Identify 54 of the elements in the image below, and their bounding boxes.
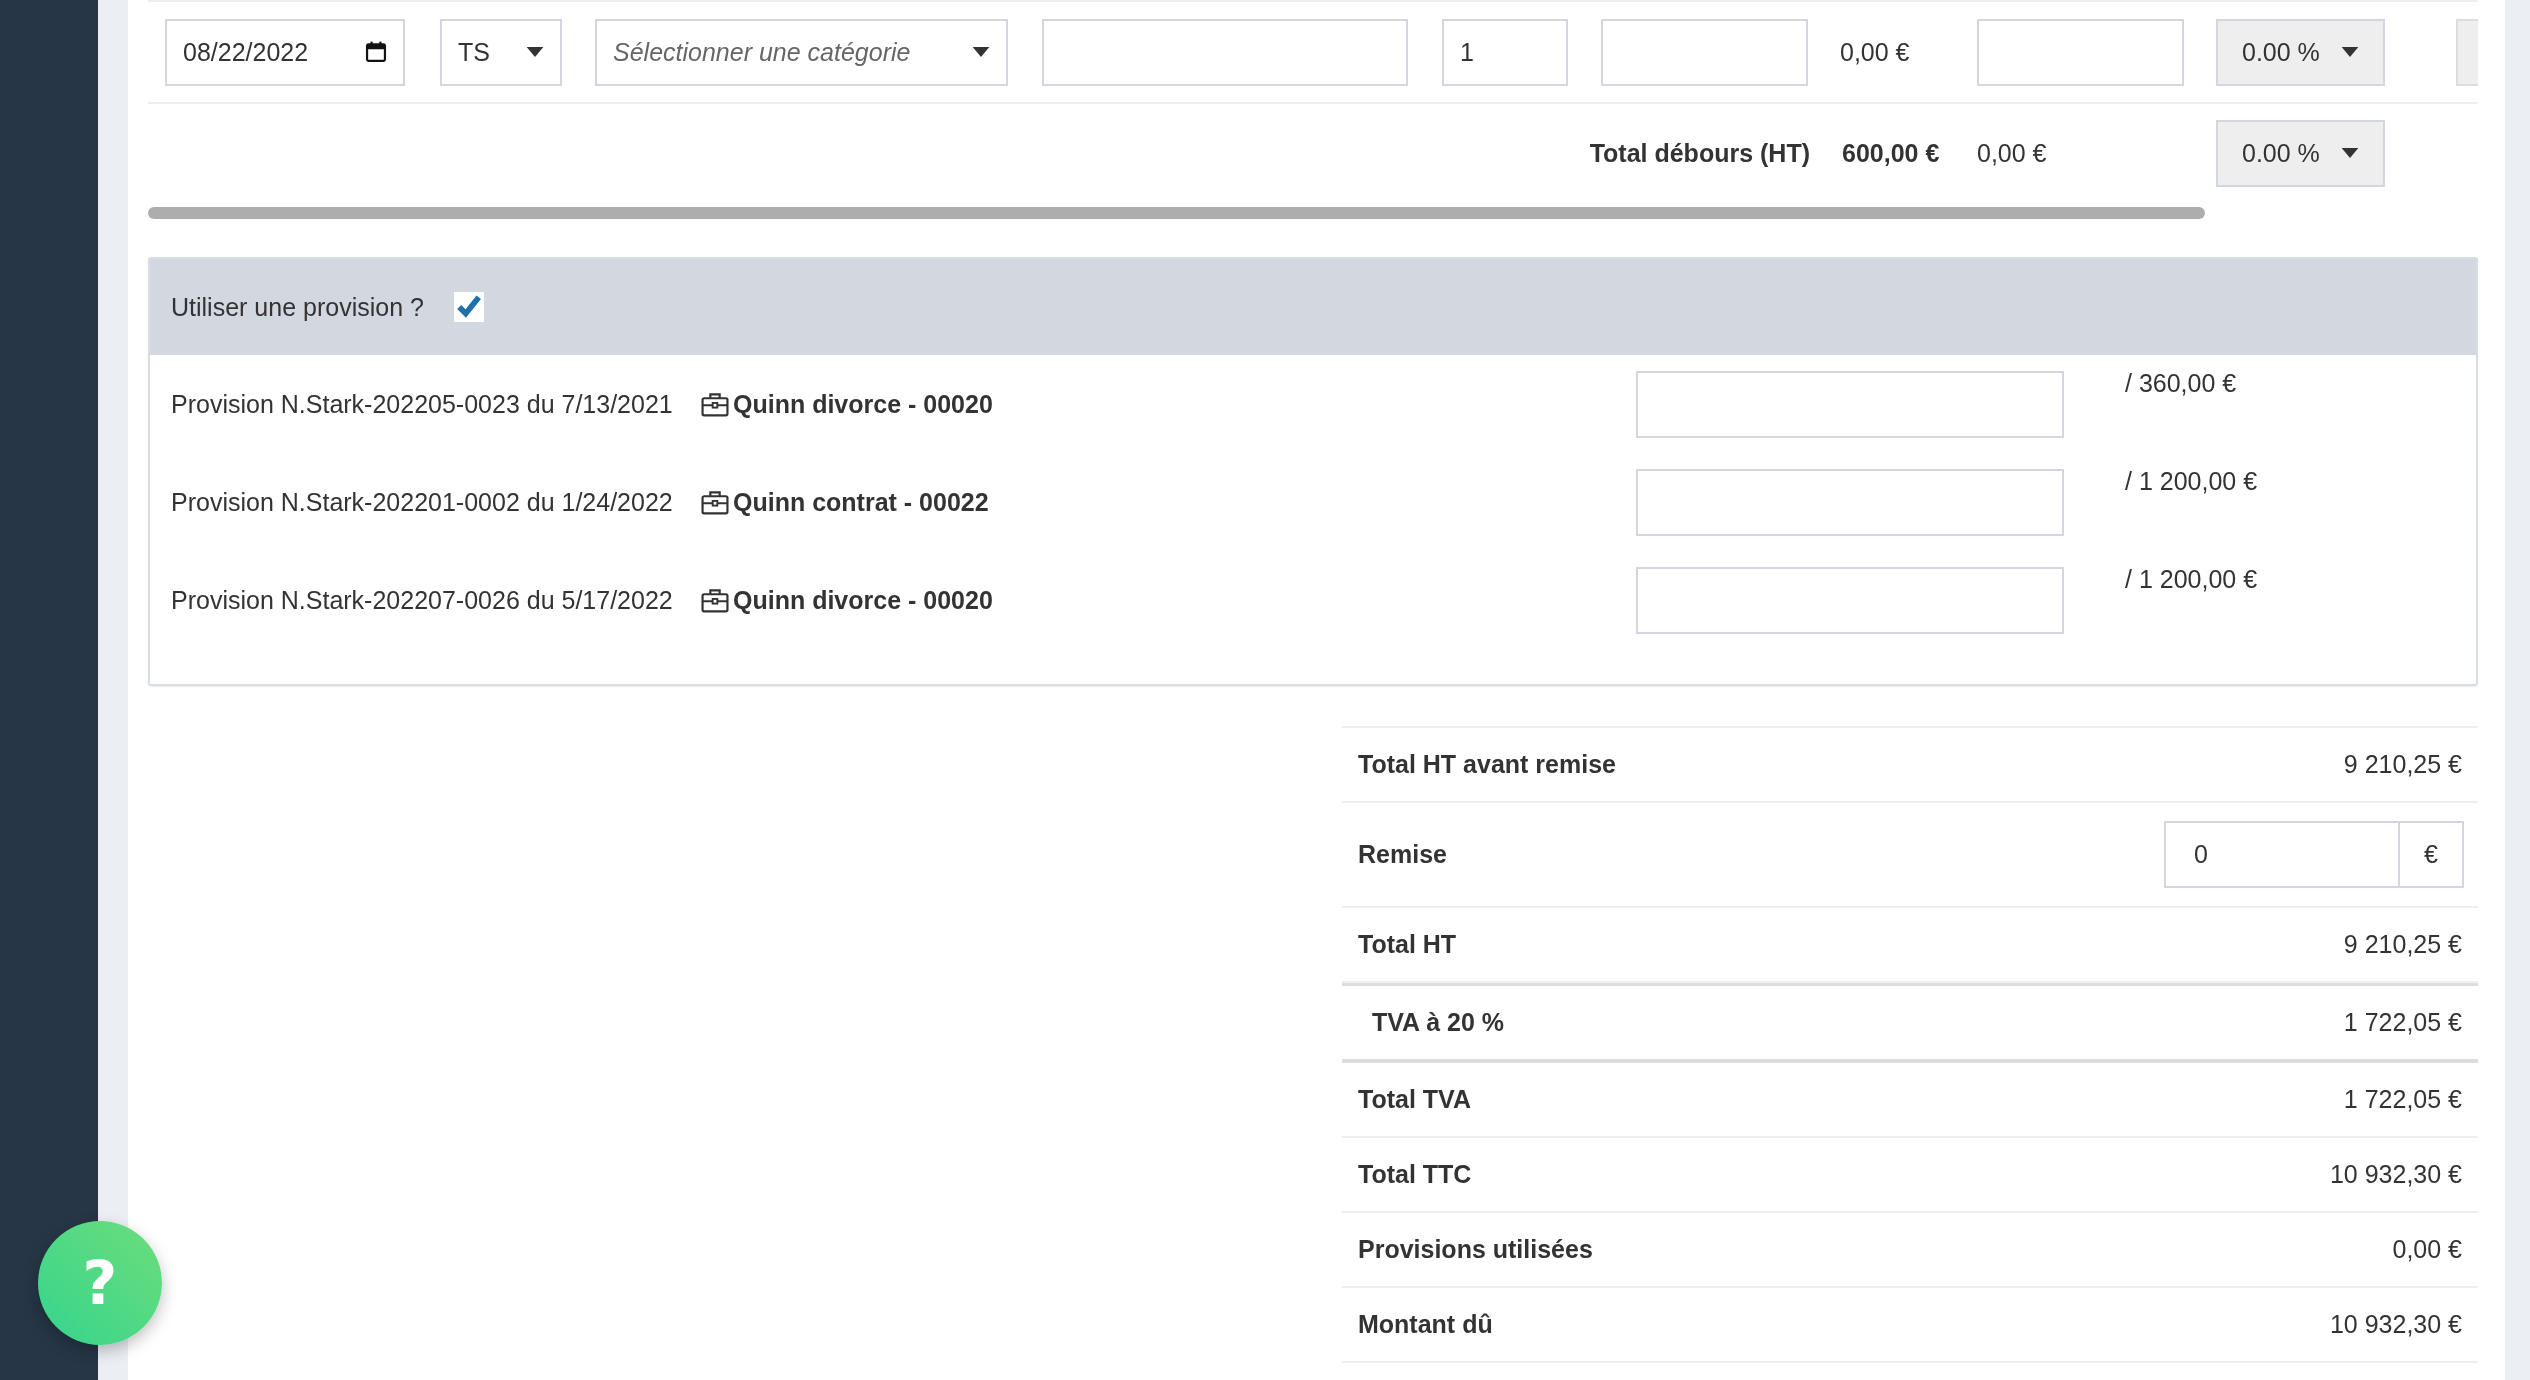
briefcase-icon — [701, 587, 729, 613]
debours-total-label: Total débours (HT) — [1588, 138, 1810, 168]
scrollbar[interactable] — [148, 207, 2205, 219]
provision-amount-field[interactable] — [1636, 468, 2064, 536]
currency-addon: € — [2400, 821, 2464, 888]
provision-text: Provision N.Stark-202207-0026 du 5/17/2022 — [171, 585, 674, 615]
case-link[interactable]: Quinn contrat - 00022 — [733, 487, 1636, 517]
total-value: 1 722,05 € — [2343, 1085, 2462, 1114]
provision-max-text: / 360,00 € — [2125, 369, 2237, 398]
provision-text: Provision N.Stark-202205-0023 du 7/13/2021 — [171, 389, 674, 419]
total-value: 0,00 € — [2392, 1235, 2462, 1264]
provision-max-text: / 1 200,00 € — [2125, 467, 2258, 496]
caret-icon — [972, 47, 990, 57]
briefcase-icon — [701, 489, 729, 515]
amount-text: 0,00 € — [1840, 37, 1911, 67]
type-select[interactable]: TS — [440, 18, 562, 86]
quantity-field[interactable]: 1 — [1442, 18, 1568, 86]
total-label: Remise — [1358, 840, 1447, 869]
total-value: 10 932,30 € — [2329, 1310, 2462, 1339]
vat-select[interactable]: 0.00 % — [2216, 18, 2385, 86]
total-value: 9 210,25 € — [2343, 930, 2462, 959]
date-field[interactable]: 08/22/2022 — [165, 18, 405, 86]
provision-amount-field[interactable] — [1636, 370, 2064, 438]
total-label: Total TVA — [1358, 1085, 1471, 1114]
provision-amount-field[interactable] — [1636, 566, 2064, 634]
provision-max-text: / 1 200,00 € — [2125, 565, 2258, 594]
total-value: 10 932,30 € — [2329, 1160, 2462, 1189]
total-label: TVA à 20 % — [1372, 1008, 1504, 1037]
total-value: 1 722,05 € — [2343, 1008, 2462, 1037]
total-label: Total HT — [1358, 930, 1457, 959]
case-link[interactable]: Quinn divorce - 00020 — [733, 389, 1636, 419]
debours-total-amount: 600,00 € — [1842, 138, 1941, 168]
caret-icon — [2341, 47, 2359, 57]
category-select[interactable]: Sélectionner une catégorie — [595, 18, 1008, 86]
calendar-icon — [365, 41, 387, 63]
total-label: Montant dû — [1358, 1310, 1493, 1339]
caret-icon — [2341, 148, 2359, 158]
caret-icon — [526, 47, 544, 57]
total-label: Total HT avant remise — [1358, 750, 1616, 779]
provision-checkbox[interactable] — [453, 292, 484, 322]
debours-amount: 0,00 € — [1977, 138, 2048, 168]
briefcase-icon — [701, 391, 729, 417]
description-field[interactable] — [1042, 18, 1408, 86]
provision-label: Utiliser une provision ? — [171, 292, 424, 322]
total-value: 9 210,25 € — [2343, 750, 2462, 779]
vat-select[interactable]: 0.00 % — [2216, 119, 2385, 187]
price-field[interactable] — [1601, 18, 1808, 86]
input-field[interactable] — [1977, 18, 2184, 86]
case-link[interactable]: Quinn divorce - 00020 — [733, 585, 1636, 615]
total-label: Total TTC — [1358, 1160, 1472, 1189]
discount-field[interactable]: 0 — [2164, 821, 2400, 888]
button-edge[interactable] — [2456, 18, 2478, 86]
provision-text: Provision N.Stark-202201-0002 du 1/24/2022 — [171, 487, 674, 517]
total-label: Provisions utilisées — [1358, 1235, 1593, 1264]
